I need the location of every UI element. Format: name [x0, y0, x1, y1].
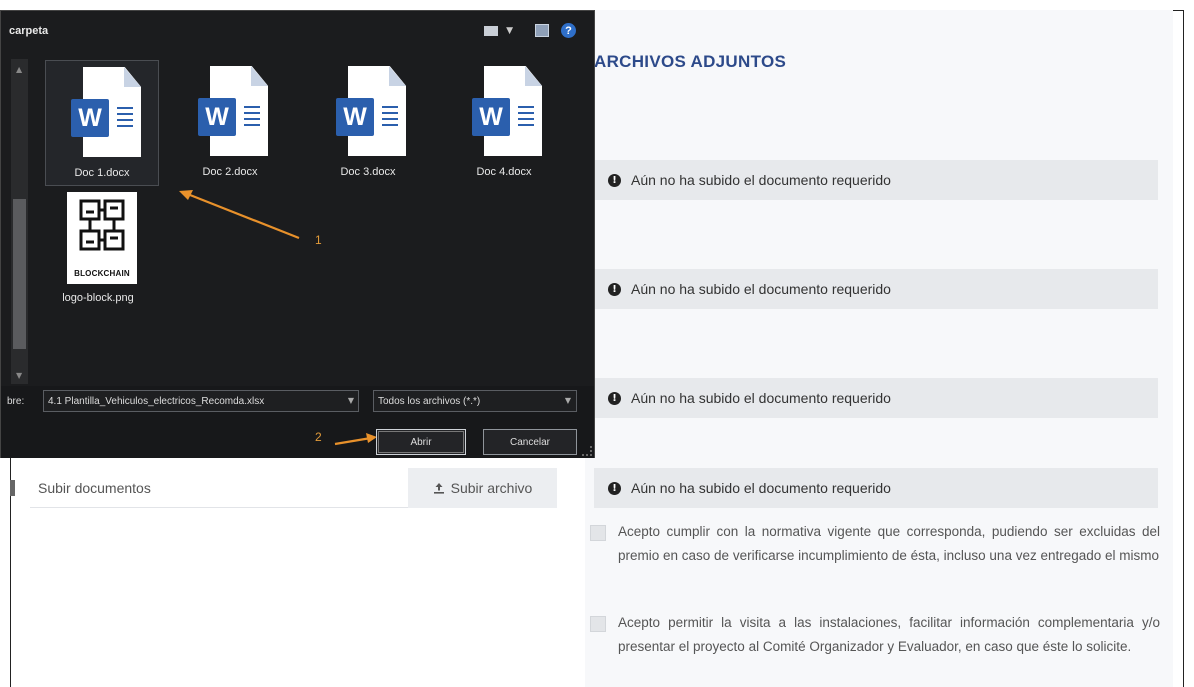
notice-text: Aún no ha subido el documento requerido	[631, 480, 891, 496]
upload-documents-input[interactable]: Subir documentos	[30, 468, 414, 508]
dialog-toolbar: carpeta ▼ ?	[1, 11, 594, 51]
file-name: Doc 1.docx	[74, 167, 130, 179]
preview-pane-icon[interactable]	[535, 24, 549, 37]
filename-input[interactable]: 4.1 Plantilla_Vehiculos_electricos_Recom…	[43, 390, 359, 412]
notice-text: Aún no ha subido el documento requerido	[631, 172, 891, 188]
filename-value: 4.1 Plantilla_Vehiculos_electricos_Recom…	[48, 395, 265, 407]
help-icon[interactable]: ?	[561, 23, 576, 38]
dialog-bottom-bar: bre: 4.1 Plantilla_Vehiculos_electricos_…	[1, 386, 594, 458]
file-name: Doc 2.docx	[202, 166, 258, 178]
exclamation-icon: !	[608, 282, 621, 296]
upload-icon	[433, 483, 444, 494]
notice-missing-document: ! Aún no ha subido el documento requerid…	[594, 269, 1158, 309]
resize-grip-icon[interactable]	[582, 446, 592, 456]
annotation-number-1: 1	[315, 233, 322, 247]
scroll-down-icon[interactable]: ▼	[16, 371, 22, 380]
checkbox-row-visita: Acepto permitir la visita a las instalac…	[590, 611, 1160, 659]
upload-row: Subir documentos Subir archivo	[10, 468, 557, 508]
annotation-arrow-1	[179, 190, 300, 240]
upload-placeholder: Subir documentos	[38, 479, 151, 496]
upload-button-label: Subir archivo	[450, 480, 533, 496]
upload-file-icon	[10, 480, 15, 496]
folder-pane-scrollbar[interactable]: ▲ ▼	[11, 59, 28, 384]
cancel-button[interactable]: Cancelar	[483, 429, 577, 455]
open-button-label: Abrir	[410, 436, 432, 448]
file-item-logo-block[interactable]: BLOCKCHAIN logo-block.png	[41, 186, 155, 312]
file-name: logo-block.png	[62, 292, 134, 304]
file-item-doc1[interactable]: W Doc 1.docx	[45, 60, 159, 186]
word-document-icon: W	[472, 66, 542, 156]
word-document-icon: W	[71, 67, 141, 157]
chevron-down-icon[interactable]: ▼	[565, 396, 571, 405]
checkbox-label: Acepto cumplir con la normativa vigente …	[618, 524, 1160, 563]
file-open-dialog: carpeta ▼ ? ▲ ▼ W Doc 1.docx W Doc 2.doc…	[0, 10, 595, 458]
checkbox-label: Acepto permitir la visita a las instalac…	[618, 615, 1160, 654]
exclamation-icon: !	[608, 391, 621, 405]
notice-missing-document: ! Aún no ha subido el documento requerid…	[594, 160, 1158, 200]
filetype-value: Todos los archivos (*.*)	[378, 395, 481, 407]
blockchain-logo-icon: BLOCKCHAIN	[67, 192, 137, 284]
attachments-panel	[585, 10, 1173, 687]
exclamation-icon: !	[608, 173, 621, 187]
annotation-arrow-2	[334, 433, 377, 446]
annotation-number-2: 2	[315, 430, 322, 444]
file-item-doc2[interactable]: W Doc 2.docx	[173, 60, 287, 186]
dialog-title: carpeta	[9, 25, 49, 37]
file-name: Doc 4.docx	[476, 166, 532, 178]
upload-file-button[interactable]: Subir archivo	[408, 468, 557, 508]
word-document-icon: W	[198, 66, 268, 156]
scroll-up-icon[interactable]: ▲	[16, 65, 22, 74]
section-title: ARCHIVOS ADJUNTOS	[594, 52, 787, 71]
change-view-icon[interactable]	[484, 25, 499, 36]
notice-text: Aún no ha subido el documento requerido	[631, 281, 891, 297]
scroll-thumb[interactable]	[13, 199, 26, 349]
checkbox-visita[interactable]	[590, 616, 606, 632]
file-item-doc4[interactable]: W Doc 4.docx	[447, 60, 561, 186]
file-item-doc3[interactable]: W Doc 3.docx	[311, 60, 425, 186]
cancel-button-label: Cancelar	[509, 436, 551, 448]
filetype-select[interactable]: Todos los archivos (*.*) ▼	[373, 390, 577, 412]
notice-missing-document: ! Aún no ha subido el documento requerid…	[594, 468, 1158, 508]
exclamation-icon: !	[608, 481, 621, 495]
notice-missing-document: ! Aún no ha subido el documento requerid…	[594, 378, 1158, 418]
notice-text: Aún no ha subido el documento requerido	[631, 390, 891, 406]
filename-label: bre:	[7, 396, 25, 407]
file-name: Doc 3.docx	[340, 166, 396, 178]
chevron-down-icon[interactable]: ▼	[506, 26, 513, 36]
logo-text: BLOCKCHAIN	[74, 269, 130, 278]
checkbox-row-normativa: Acepto cumplir con la normativa vigente …	[590, 520, 1160, 568]
chevron-down-icon[interactable]: ▼	[348, 396, 354, 405]
open-button[interactable]: Abrir	[376, 429, 466, 455]
checkbox-normativa[interactable]	[590, 525, 606, 541]
word-document-icon: W	[336, 66, 406, 156]
